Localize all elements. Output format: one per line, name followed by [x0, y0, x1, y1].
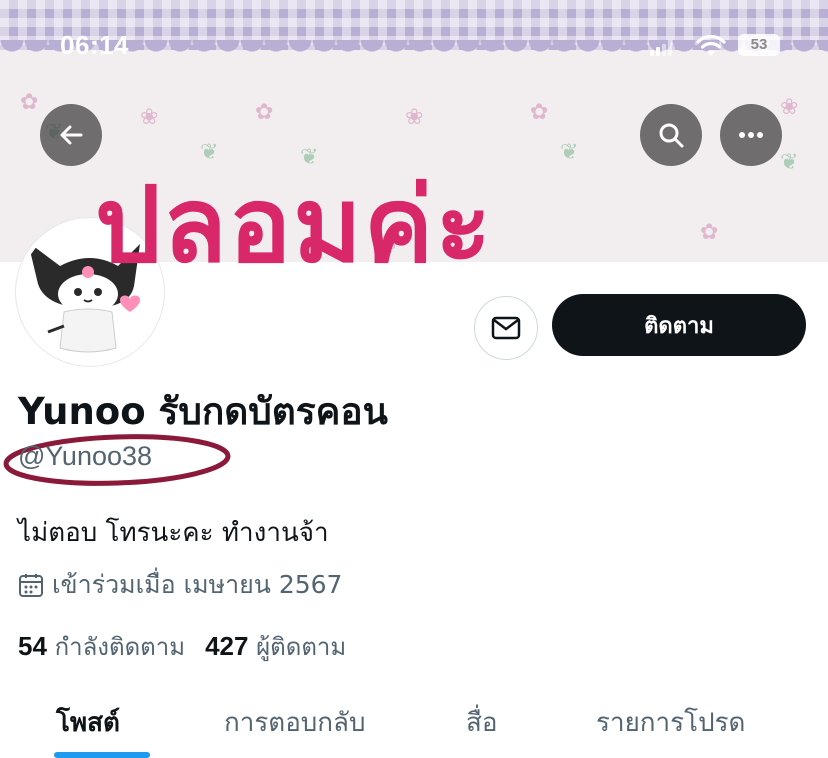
status-bar: 06:14 53	[0, 28, 828, 64]
followers-count: 427	[205, 631, 249, 661]
back-button[interactable]	[40, 104, 102, 166]
more-options-button[interactable]	[720, 104, 782, 166]
more-icon	[739, 132, 763, 138]
calendar-icon	[19, 574, 43, 597]
flower-decoration: ✿	[700, 220, 719, 245]
tab-media[interactable]: สื่อ	[466, 702, 497, 743]
followers-link[interactable]: 427 ผู้ติดตาม	[205, 631, 347, 661]
status-time: 06:14	[60, 30, 129, 60]
wifi-icon	[696, 34, 726, 56]
tab-posts[interactable]: โพสต์	[56, 702, 120, 743]
tab-replies[interactable]: การตอบกลับ	[224, 702, 366, 743]
flower-decoration: ❀	[780, 95, 799, 120]
search-icon	[659, 123, 684, 148]
follow-stats: 54 กำลังติดตาม 427 ผู้ติดตาม	[18, 627, 346, 666]
active-tab-indicator	[54, 752, 150, 758]
flower-decoration: ✿	[530, 100, 549, 125]
message-button[interactable]	[474, 296, 538, 360]
mail-icon	[491, 316, 521, 340]
username-handle: @Yunoo38	[18, 441, 153, 471]
flower-decoration: ❀	[140, 105, 159, 130]
search-button[interactable]	[640, 104, 702, 166]
following-link[interactable]: 54 กำลังติดตาม	[18, 631, 186, 661]
flower-decoration: ✿	[20, 90, 39, 115]
leaf-decoration: ❦	[780, 150, 799, 175]
followers-label: ผู้ติดตาม	[256, 633, 347, 661]
join-date: เข้าร่วมเมื่อ เมษายน 2567	[18, 565, 342, 605]
tab-likes[interactable]: รายการโปรด	[596, 702, 745, 743]
fake-warning-overlay: ปลอมค่ะ	[95, 164, 494, 286]
back-arrow-icon	[60, 125, 83, 145]
following-count: 54	[18, 631, 47, 661]
follow-button[interactable]: ติดตาม	[552, 294, 806, 356]
flower-decoration: ✿	[255, 100, 274, 125]
flower-decoration: ❀	[405, 105, 424, 130]
leaf-decoration: ❦	[560, 140, 579, 165]
profile-tabs: โพสต์ การตอบกลับ สื่อ รายการโปรด	[0, 690, 828, 758]
following-label: กำลังติดตาม	[54, 633, 186, 661]
signal-icon	[650, 40, 676, 56]
profile-bio: ไม่ตอบ โทรนะคะ ทำงานจ้า	[18, 518, 329, 548]
join-date-text: เข้าร่วมเมื่อ เมษายน 2567	[52, 570, 343, 599]
battery-icon: 53	[738, 34, 780, 56]
